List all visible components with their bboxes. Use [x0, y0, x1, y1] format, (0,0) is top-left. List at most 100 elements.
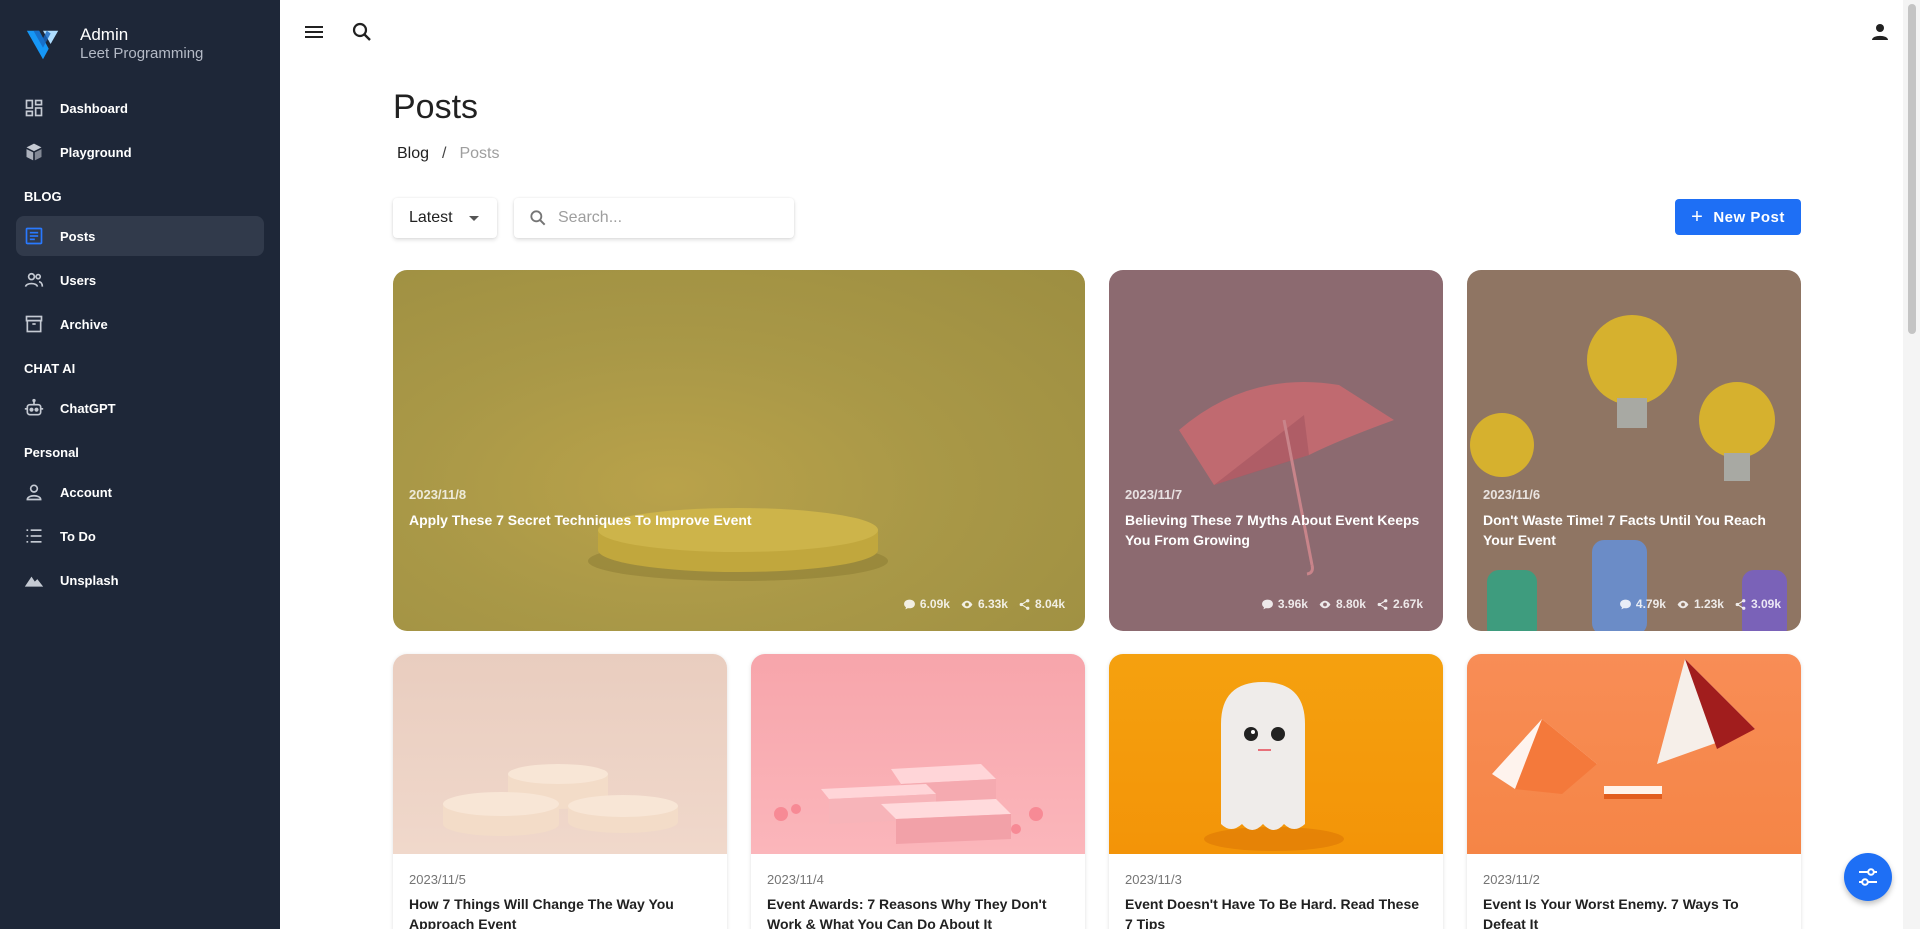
share-icon	[1735, 598, 1746, 610]
archive-icon	[24, 314, 44, 334]
shares-count: 8.04k	[1034, 597, 1065, 611]
plus-icon: +	[1691, 206, 1704, 228]
theme-settings-button[interactable]	[1844, 853, 1892, 901]
sidebar-item-label: Account	[60, 484, 112, 500]
sidebar-item-label: Playground	[60, 144, 132, 160]
sidebar-item-playground[interactable]: Playground	[16, 132, 264, 172]
share-icon	[1019, 598, 1030, 610]
sidebar-item-label: Users	[60, 272, 97, 288]
post-date: 2023/11/5	[409, 872, 466, 887]
topbar	[280, 0, 1920, 64]
sidebar-item-posts[interactable]: Posts	[16, 216, 264, 256]
views-stat: 8.80k	[1318, 597, 1366, 611]
sort-select-value: Latest	[409, 209, 453, 226]
shares-count: 3.09k	[1750, 597, 1781, 611]
scrollbar-thumb[interactable]	[1908, 4, 1916, 334]
sidebar-item-label: Dashboard	[60, 100, 128, 116]
person-icon	[24, 482, 44, 502]
sidebar-item-label: Archive	[60, 316, 108, 332]
breadcrumb: Blog / Posts	[397, 145, 500, 163]
post-title[interactable]: Event Is Your Worst Enemy. 7 Ways To Def…	[1483, 894, 1783, 929]
users-icon	[24, 270, 44, 290]
post-title[interactable]: Event Awards: 7 Reasons Why They Don't W…	[767, 894, 1067, 929]
breadcrumb-blog-link[interactable]: Blog	[397, 145, 429, 163]
post-cover-image	[751, 654, 1085, 854]
menu-icon[interactable]	[302, 20, 326, 44]
sidebar-nav: Dashboard Playground BLOG Posts Users Ar…	[16, 88, 264, 604]
post-card[interactable]: 2023/11/5 How 7 Things Will Change The W…	[393, 654, 727, 929]
post-cover-image	[1109, 654, 1443, 854]
post-title[interactable]: How 7 Things Will Change The Way You App…	[409, 894, 709, 929]
sidebar-item-archive[interactable]: Archive	[16, 304, 264, 344]
post-card[interactable]: 2023/11/3 Event Doesn't Have To Be Hard.…	[1109, 654, 1443, 929]
post-date: 2023/11/4	[767, 872, 824, 887]
section-heading-chat-ai: CHAT AI	[24, 360, 76, 376]
post-card[interactable]: 2023/11/4 Event Awards: 7 Reasons Why Th…	[751, 654, 1085, 929]
views-count: 6.33k	[977, 597, 1008, 611]
post-cover-image	[393, 654, 727, 854]
page-scrollbar[interactable]	[1903, 0, 1920, 929]
post-title[interactable]: Event Doesn't Have To Be Hard. Read Thes…	[1125, 894, 1425, 929]
article-icon	[24, 226, 44, 246]
account-icon[interactable]	[1868, 20, 1892, 44]
featured-post-card[interactable]: 2023/11/7 Believing These 7 Myths About …	[1109, 270, 1443, 631]
post-cover-image	[1467, 270, 1801, 631]
list-icon	[24, 526, 44, 546]
views-stat: 1.23k	[1676, 597, 1724, 611]
sidebar-item-account[interactable]: Account	[16, 472, 264, 512]
eye-icon	[1319, 600, 1331, 608]
post-cover-image	[393, 270, 1085, 631]
post-stats: 4.79k 1.23k 3.09k	[1609, 597, 1781, 611]
new-post-button[interactable]: + New Post	[1675, 199, 1801, 235]
sidebar-item-chatgpt[interactable]: ChatGPT	[16, 388, 264, 428]
sidebar-item-unsplash[interactable]: Unsplash	[16, 560, 264, 600]
views-count: 1.23k	[1693, 597, 1724, 611]
views-stat: 6.33k	[960, 597, 1008, 611]
comments-stat: 6.09k	[903, 597, 950, 611]
robot-icon	[24, 398, 44, 418]
search-box[interactable]	[514, 198, 794, 238]
comment-icon	[1619, 599, 1631, 609]
breadcrumb-current: Posts	[459, 145, 500, 162]
dashboard-icon	[24, 98, 44, 118]
post-stats: 6.09k 6.33k 8.04k	[893, 597, 1065, 611]
search-input[interactable]	[558, 209, 778, 227]
post-date: 2023/11/2	[1483, 872, 1540, 887]
comment-icon	[1261, 599, 1273, 609]
brand[interactable]: Admin Leet Programming	[24, 25, 203, 63]
post-card[interactable]: 2023/11/2 Event Is Your Worst Enemy. 7 W…	[1467, 654, 1801, 929]
sidebar-item-users[interactable]: Users	[16, 260, 264, 300]
cube-icon	[24, 142, 44, 162]
featured-post-card[interactable]: 2023/11/6 Don't Waste Time! 7 Facts Unti…	[1467, 270, 1801, 631]
sort-select[interactable]: Latest	[393, 198, 497, 238]
mountain-icon	[24, 570, 44, 590]
search-icon[interactable]	[350, 20, 374, 44]
new-post-label: New Post	[1713, 208, 1785, 226]
eye-icon	[961, 600, 973, 608]
caret-down-icon	[469, 216, 479, 221]
brand-title: Admin	[80, 25, 129, 44]
comments-count: 4.79k	[1635, 597, 1666, 611]
post-date: 2023/11/3	[1125, 872, 1182, 887]
comments-count: 6.09k	[919, 597, 950, 611]
breadcrumb-separator: /	[442, 145, 447, 162]
post-title[interactable]: Don't Waste Time! 7 Facts Until You Reac…	[1483, 510, 1785, 550]
sidebar-item-label: Posts	[60, 228, 96, 244]
sidebar-item-todo[interactable]: To Do	[16, 516, 264, 556]
eye-icon	[1677, 600, 1689, 608]
shares-stat: 8.04k	[1018, 597, 1065, 611]
featured-post-card[interactable]: 2023/11/8 Apply These 7 Secret Technique…	[393, 270, 1085, 631]
comments-stat: 3.96k	[1261, 597, 1308, 611]
comment-icon	[903, 599, 915, 609]
post-title[interactable]: Apply These 7 Secret Techniques To Impro…	[409, 510, 1069, 530]
sidebar-item-label: Unsplash	[60, 572, 119, 588]
sidebar-item-label: To Do	[60, 528, 96, 544]
post-title[interactable]: Believing These 7 Myths About Event Keep…	[1125, 510, 1427, 550]
post-date: 2023/11/6	[1483, 487, 1541, 502]
tune-icon	[1859, 868, 1877, 886]
vuetify-logo-icon	[26, 30, 59, 60]
sidebar-item-dashboard[interactable]: Dashboard	[16, 88, 264, 128]
post-cover-image	[1467, 654, 1801, 854]
shares-stat: 2.67k	[1376, 597, 1423, 611]
share-icon	[1377, 598, 1388, 610]
